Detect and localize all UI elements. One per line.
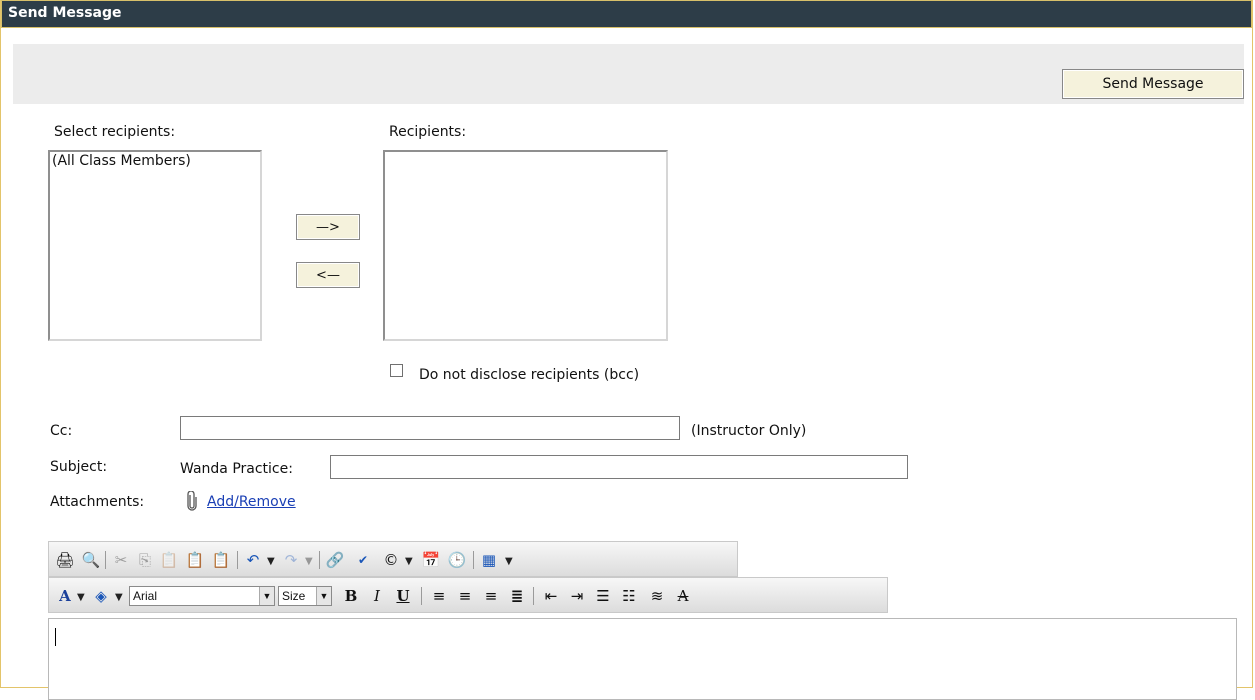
special-char-icon[interactable]: © — [381, 550, 401, 570]
cc-label: Cc: — [50, 423, 73, 439]
bullet-list-icon[interactable]: ☷ — [619, 586, 639, 606]
bcc-checkbox[interactable] — [390, 364, 403, 377]
text-caret — [55, 628, 56, 646]
align-center-icon[interactable]: ≡ — [455, 586, 475, 606]
insert-date-icon[interactable]: 📅 — [421, 550, 441, 570]
numbered-list-icon[interactable]: ☰ — [593, 586, 613, 606]
toolbar-separator — [105, 551, 106, 569]
font-size-value: Size — [282, 589, 306, 603]
chevron-down-icon: ▼ — [259, 587, 274, 605]
justify-icon[interactable]: ≣ — [507, 586, 527, 606]
chevron-down-icon[interactable]: ▼ — [267, 556, 275, 567]
title-bar: Send Message — [1, 0, 1252, 28]
hyperlink-icon[interactable]: 🔗 — [325, 550, 345, 570]
redo-icon[interactable]: ↷ — [281, 550, 301, 570]
insert-time-icon[interactable]: 🕒 — [447, 550, 467, 570]
window-title: Send Message — [8, 5, 122, 21]
chevron-down-icon: ▼ — [316, 587, 331, 605]
subject-field[interactable] — [330, 455, 908, 479]
paste-word-icon[interactable]: 📋 — [211, 550, 231, 570]
table-icon[interactable]: ▦ — [479, 550, 499, 570]
editor-toolbar-row1: 🖨 🔍 ✂ ⎘ 📋 📋 📋 ↶ ▼ ↷ ▼ 🔗 ✔ © ▼ 📅 🕒 ▦ ▼ — [48, 541, 738, 577]
copy-icon[interactable]: ⎘ — [135, 550, 155, 570]
editor-toolbar-row2: A ▼ ◈ ▼ Arial ▼ Size ▼ B I U ≡ ≡ ≡ ≣ ⇤ ⇥… — [48, 577, 888, 613]
font-name-select[interactable]: Arial ▼ — [129, 586, 275, 606]
select-recipients-listbox[interactable]: (All Class Members) — [48, 150, 262, 341]
paste-text-icon[interactable]: 📋 — [185, 550, 205, 570]
align-right-icon[interactable]: ≡ — [481, 586, 501, 606]
find-icon[interactable]: 🔍 — [81, 550, 101, 570]
outdent-icon[interactable]: ⇤ — [541, 586, 561, 606]
send-message-button[interactable]: Send Message — [1062, 69, 1244, 99]
add-recipient-button[interactable]: —> — [296, 214, 360, 240]
chevron-down-icon[interactable]: ▼ — [115, 592, 123, 603]
action-bar: Send Message — [13, 44, 1244, 104]
font-size-select[interactable]: Size ▼ — [278, 586, 332, 606]
line-spacing-icon[interactable]: ≋ — [647, 586, 667, 606]
select-recipients-label: Select recipients: — [54, 124, 176, 140]
italic-icon[interactable]: I — [367, 586, 387, 606]
chevron-down-icon[interactable]: ▼ — [405, 556, 413, 567]
cc-note: (Instructor Only) — [691, 423, 807, 439]
toolbar-separator — [319, 551, 320, 569]
list-item[interactable]: (All Class Members) — [50, 152, 260, 170]
toolbar-separator — [533, 587, 534, 605]
recipients-label: Recipients: — [389, 124, 467, 140]
attachments-label: Attachments: — [50, 494, 145, 510]
spellcheck-icon[interactable]: ✔ — [353, 550, 373, 570]
chevron-down-icon[interactable]: ▼ — [77, 592, 85, 603]
bold-icon[interactable]: B — [341, 586, 361, 606]
cut-icon[interactable]: ✂ — [111, 550, 131, 570]
font-name-value: Arial — [133, 589, 158, 603]
remove-recipient-button[interactable]: <— — [296, 262, 360, 288]
toolbar-separator — [473, 551, 474, 569]
underline-icon[interactable]: U — [393, 586, 413, 606]
undo-icon[interactable]: ↶ — [243, 550, 263, 570]
toolbar-separator — [237, 551, 238, 569]
indent-icon[interactable]: ⇥ — [567, 586, 587, 606]
toolbar-separator — [421, 587, 422, 605]
cc-field[interactable] — [180, 416, 680, 440]
bcc-label: Do not disclose recipients (bcc) — [419, 367, 640, 383]
print-icon[interactable]: 🖨 — [55, 550, 75, 570]
highlight-icon[interactable]: ◈ — [91, 586, 111, 606]
subject-prefix: Wanda Practice: — [180, 461, 293, 477]
chevron-down-icon[interactable]: ▼ — [505, 556, 513, 567]
chevron-down-icon[interactable]: ▼ — [305, 556, 313, 567]
add-remove-attachments-link[interactable]: Add/Remove — [207, 494, 296, 510]
paste-icon[interactable]: 📋 — [159, 550, 179, 570]
subject-label: Subject: — [50, 459, 108, 475]
strikethrough-icon[interactable]: A — [673, 586, 693, 606]
font-color-icon[interactable]: A — [55, 586, 75, 606]
paperclip-icon — [186, 490, 198, 515]
align-left-icon[interactable]: ≡ — [429, 586, 449, 606]
recipients-listbox[interactable] — [383, 150, 668, 341]
